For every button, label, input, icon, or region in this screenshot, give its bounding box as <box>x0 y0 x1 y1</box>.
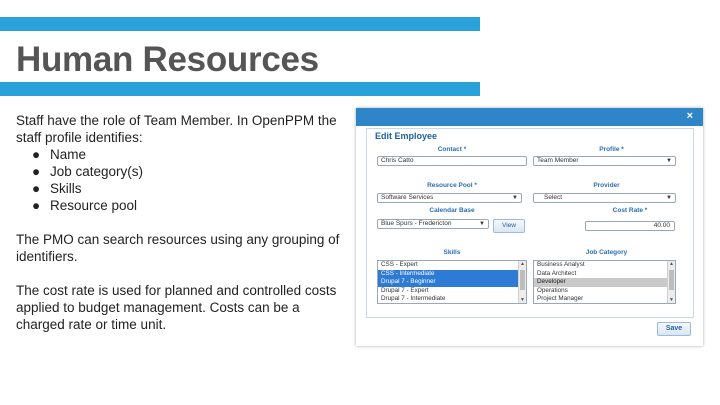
intro-text: Staff have the role of Team Member. In O… <box>16 113 337 145</box>
profile-select[interactable]: Team Member ▼ <box>533 156 676 166</box>
view-calendar-button[interactable]: View <box>493 219 525 233</box>
contact-field[interactable]: Chris Catto <box>377 156 527 166</box>
cost-rate-text: The cost rate is used for planned and co… <box>16 283 337 332</box>
bullet-dot: ● <box>32 164 41 179</box>
scroll-up-icon[interactable]: ▲ <box>519 261 526 267</box>
slide-body: Staff have the role of Team Member. In O… <box>16 112 346 333</box>
pmo-search-text: The PMO can search resources using any g… <box>16 232 340 264</box>
calendar-base-select[interactable]: Blue Spurs - Fredericton ▼ <box>377 219 489 229</box>
resource-pool-label: Resource Pool * <box>427 182 477 189</box>
scroll-down-icon[interactable]: ▼ <box>668 297 675 303</box>
skill-option[interactable]: CSS - Intermediate <box>378 269 526 278</box>
scroll-up-icon[interactable]: ▲ <box>668 261 675 267</box>
slide-title: Human Resources <box>16 40 319 79</box>
scrollbar[interactable]: ▲ ▼ <box>667 261 675 303</box>
scroll-thumb[interactable] <box>520 270 525 290</box>
edit-employee-dialog: × Edit Employee Contact * Chris Catto Pr… <box>356 108 703 346</box>
skill-option[interactable]: Drupal 7 - Expert <box>378 287 526 296</box>
resource-pool-select[interactable]: Software Services ▼ <box>377 193 522 203</box>
dialog-titlebar: × <box>356 108 703 126</box>
dialog-heading: Edit Employee <box>375 131 438 141</box>
scrollbar[interactable]: ▲ ▼ <box>518 261 526 303</box>
calendar-base-label: Calendar Base <box>429 207 475 214</box>
job-category-listbox[interactable]: Business Analyst Data Architect Develope… <box>533 260 676 304</box>
job-category-option[interactable]: Data Architect <box>534 270 675 279</box>
bullet-dot: ● <box>32 198 41 213</box>
job-category-option[interactable]: Project Manager <box>534 295 675 303</box>
job-category-option[interactable]: Developer <box>534 278 675 287</box>
job-category-label: Job Category <box>585 249 628 256</box>
dialog-form: Edit Employee Contact * Chris Catto Prof… <box>366 128 694 318</box>
scroll-down-icon[interactable]: ▼ <box>519 297 526 303</box>
skill-option[interactable]: CSS - Expert <box>378 261 526 270</box>
skills-listbox[interactable]: CSS - Expert CSS - Intermediate Drupal 7… <box>377 260 527 304</box>
provider-select[interactable]: Select ▼ <box>533 193 676 203</box>
bullet-list: ● Name ● Job category(s) ● Skills ● Resource… <box>16 146 346 214</box>
close-icon[interactable]: × <box>687 110 693 122</box>
chevron-down-icon: ▼ <box>666 195 672 201</box>
chevron-down-icon: ▼ <box>666 158 672 164</box>
save-button[interactable]: Save <box>657 322 691 336</box>
skill-option[interactable]: Drupal 7 - Intermediate <box>378 295 526 303</box>
bullet-item: ● Name <box>32 147 87 162</box>
bullet-dot: ● <box>32 181 41 196</box>
cost-rate-label: Cost Rate * <box>612 207 648 214</box>
provider-label: Provider <box>593 182 620 189</box>
scroll-thumb[interactable] <box>669 270 674 290</box>
profile-label: Profile * <box>599 146 624 153</box>
bottom-accent-bar <box>0 82 480 96</box>
skills-label: Skills <box>443 249 461 256</box>
bullet-item: ● Skills <box>32 181 82 196</box>
skill-option[interactable]: Drupal 7 - Beginner <box>378 278 526 287</box>
bullet-dot: ● <box>32 147 41 162</box>
contact-label: Contact * <box>437 146 467 153</box>
top-accent-bar <box>0 17 480 31</box>
job-category-option[interactable]: Business Analyst <box>534 261 675 270</box>
job-category-option[interactable]: Operations <box>534 287 675 296</box>
chevron-down-icon: ▼ <box>512 195 518 201</box>
bullet-item: ● Resource pool <box>32 198 138 213</box>
bullet-item: ● Job category(s) <box>32 164 144 179</box>
chevron-down-icon: ▼ <box>479 221 485 227</box>
cost-rate-field[interactable]: 40.00 <box>585 221 675 231</box>
